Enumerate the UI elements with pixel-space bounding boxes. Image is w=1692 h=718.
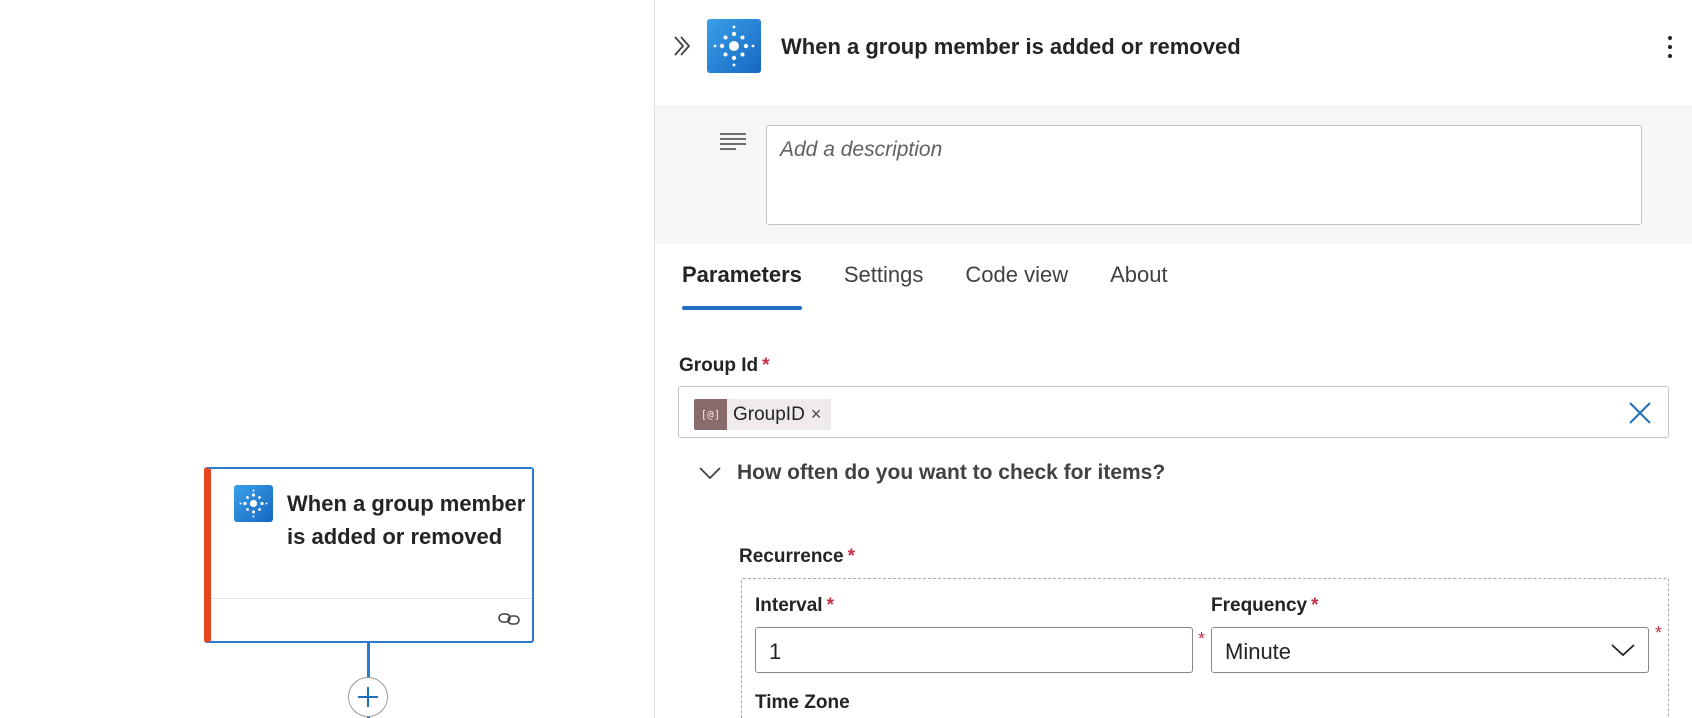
required-mark: * <box>762 355 770 376</box>
more-options-icon <box>1668 36 1672 58</box>
add-step-button[interactable] <box>348 677 388 717</box>
panel-tabs: Parameters Settings Code view About <box>682 260 1210 312</box>
check-frequency-section-label: How often do you want to check for items… <box>737 461 1166 484</box>
required-mark: * <box>847 546 855 567</box>
group-id-label: Group Id * <box>679 355 770 376</box>
interval-input[interactable]: 1 <box>755 627 1193 673</box>
clear-x-icon <box>1629 402 1651 424</box>
required-mark: * <box>1311 595 1319 616</box>
check-frequency-section-toggle[interactable]: How often do you want to check for items… <box>699 458 1165 488</box>
tab-settings[interactable]: Settings <box>844 260 924 312</box>
required-mark: * <box>826 595 834 616</box>
description-lines-icon <box>719 132 747 152</box>
designer-canvas: When a group member is added or removed <box>0 0 654 718</box>
collapse-panel-button[interactable] <box>669 33 695 59</box>
required-mark: * <box>1655 623 1663 643</box>
clear-field-button[interactable] <box>1626 399 1654 427</box>
recurrence-label: Recurrence * <box>739 546 855 567</box>
tab-code-view[interactable]: Code view <box>965 260 1068 312</box>
description-section: Add a description <box>655 105 1692 244</box>
chevron-down-icon <box>1611 644 1635 657</box>
tab-about[interactable]: About <box>1110 260 1168 312</box>
description-input[interactable]: Add a description <box>766 125 1642 225</box>
link-icon[interactable] <box>498 610 520 628</box>
interval-label: Interval * <box>755 595 834 616</box>
chevron-down-icon <box>699 467 721 480</box>
trigger-node-card[interactable]: When a group member is added or removed <box>204 467 534 643</box>
group-id-token[interactable]: [@] GroupID × <box>694 399 832 430</box>
add-icon <box>358 687 378 707</box>
more-options-button[interactable] <box>1658 30 1682 64</box>
time-zone-label: Time Zone <box>755 692 850 713</box>
details-panel: When a group member is added or removed … <box>654 0 1692 718</box>
group-trigger-icon <box>234 485 273 522</box>
collapse-double-chevron-icon <box>674 36 691 56</box>
group-trigger-icon <box>707 19 761 73</box>
frequency-label: Frequency * <box>1211 595 1319 616</box>
dynamic-content-icon: [@] <box>694 399 727 430</box>
required-mark: * <box>1198 629 1206 649</box>
frequency-select[interactable]: Minute <box>1211 627 1649 673</box>
group-id-field[interactable]: [@] GroupID × <box>678 386 1669 438</box>
tab-parameters[interactable]: Parameters <box>682 260 802 312</box>
node-divider <box>211 598 532 599</box>
trigger-node-title: When a group member is added or removed <box>287 491 526 549</box>
token-label: GroupID <box>733 403 805 425</box>
frequency-selected-value: Minute <box>1225 639 1292 664</box>
token-remove-button[interactable]: × <box>811 404 822 425</box>
panel-title: When a group member is added or removed <box>781 34 1241 59</box>
